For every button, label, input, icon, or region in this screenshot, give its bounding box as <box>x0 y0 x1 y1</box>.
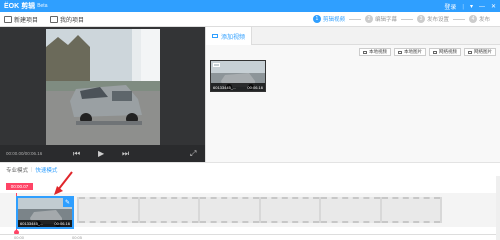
previous-frame-icon[interactable]: ⏮ <box>73 149 80 159</box>
edit-pencil-icon[interactable]: ✎ <box>63 198 72 207</box>
play-icon[interactable]: ▶ <box>98 149 104 158</box>
title-bar: ЁOK 剪辑 Beta 登录 | ▾ — ✕ <box>0 0 500 12</box>
step-label: 发布设置 <box>426 17 449 23</box>
step-connector <box>348 18 361 20</box>
local-image-label: 本地图片 <box>404 49 422 54</box>
app-title: 剪辑 <box>21 3 36 10</box>
step-publish[interactable]: 4 发布 <box>468 15 490 23</box>
online-video-label: 网络视频 <box>439 49 457 54</box>
main-toolbar: 新建项目 我的项目 1 剪辑视频 2 编辑字幕 3 发布设置 4 发布 <box>0 12 500 27</box>
step-edit-video[interactable]: 1 剪辑视频 <box>312 15 345 23</box>
online-image-label: 网络图片 <box>474 49 492 54</box>
video-icon <box>433 50 437 54</box>
divider: | <box>462 3 464 10</box>
ruler-tick-label: 00:05 <box>72 235 83 240</box>
online-video-button[interactable]: 网络视频 <box>429 48 461 56</box>
login-link[interactable]: 登录 <box>444 2 456 11</box>
close-icon[interactable]: ✕ <box>491 3 496 10</box>
mode-separator: | <box>31 166 33 173</box>
clip-name: 60133445_... <box>20 221 44 226</box>
timeline-scrollbar[interactable] <box>496 176 500 240</box>
workflow-steps: 1 剪辑视频 2 编辑字幕 3 发布设置 4 发布 <box>312 15 490 23</box>
video-camera-icon <box>211 34 218 38</box>
tab-add-video-label: 添加视频 <box>220 34 245 41</box>
clip-caption: 60133445_... 00:06.16 <box>18 220 72 227</box>
step-label: 编辑字幕 <box>374 17 397 23</box>
app-logo: ЁOK <box>4 2 20 10</box>
empty-track-slots <box>77 197 442 223</box>
pro-mode-tab[interactable]: 专业模式 <box>6 166 28 174</box>
step-number: 3 <box>416 15 425 23</box>
video-preview-panel: 00:00.00/00:06.16 ⏮ ▶ ⏭ ⤢ <box>0 27 205 162</box>
empty-slot <box>139 197 198 223</box>
new-project-button[interactable]: 新建项目 <box>4 15 38 24</box>
step-edit-subtitles[interactable]: 2 编辑字幕 <box>364 15 397 23</box>
image-icon <box>468 50 472 54</box>
annotation-arrow-icon <box>54 171 73 195</box>
step-number: 1 <box>312 15 321 23</box>
step-label: 发布 <box>478 17 490 23</box>
timecode: 00:00.00/00:06.16 <box>6 151 43 156</box>
timeline-clip[interactable]: ✎ 60133445_... 00:06.16 <box>16 196 74 229</box>
minimize-icon[interactable]: — <box>479 4 485 10</box>
step-label: 剪辑视频 <box>322 17 345 23</box>
new-project-icon <box>4 15 12 23</box>
playhead-time-badge[interactable]: 00:00.07 <box>6 183 33 190</box>
step-number: 4 <box>468 15 477 23</box>
app-window: ЁOK 剪辑 Beta 登录 | ▾ — ✕ 新建项目 我的项目 1 剪辑视频 … <box>0 0 500 240</box>
local-video-button[interactable]: 本地视频 <box>359 48 391 56</box>
next-frame-icon[interactable]: ⏭ <box>122 149 129 159</box>
empty-slot <box>321 197 380 223</box>
media-item[interactable]: 60133445_... 00:06.16 <box>210 60 266 92</box>
online-image-button[interactable]: 网络图片 <box>464 48 496 56</box>
empty-slot <box>260 197 319 223</box>
media-tab-bar: 添加视频 <box>206 27 500 45</box>
step-connector <box>452 18 465 20</box>
window-controls: 登录 | ▾ — ✕ <box>444 2 496 12</box>
empty-slot <box>381 197 440 223</box>
media-item-name: 60133445_... <box>213 84 237 90</box>
folder-icon <box>50 15 59 23</box>
video-camera-icon <box>213 63 220 67</box>
local-image-button[interactable]: 本地图片 <box>394 48 426 56</box>
my-projects-button[interactable]: 我的项目 <box>50 15 84 24</box>
tab-add-video[interactable]: 添加视频 <box>206 27 252 45</box>
my-projects-label: 我的项目 <box>60 17 85 24</box>
step-publish-settings[interactable]: 3 发布设置 <box>416 15 449 23</box>
media-library-panel: 添加视频 本地视频 本地图片 网络视频 网络图片 60133445_... 00… <box>205 27 500 162</box>
empty-slot <box>79 197 138 223</box>
empty-slot <box>200 197 259 223</box>
fullscreen-icon[interactable]: ⤢ <box>190 149 196 159</box>
video-icon <box>363 50 367 54</box>
step-connector <box>400 18 413 20</box>
new-project-label: 新建项目 <box>14 17 39 24</box>
media-import-actions: 本地视频 本地图片 网络视频 网络图片 <box>359 48 496 56</box>
ruler-tick-label: 00:00 <box>14 235 25 240</box>
dropdown-icon[interactable]: ▾ <box>470 3 473 10</box>
local-video-label: 本地视频 <box>369 49 387 54</box>
media-item-duration: 00:06.16 <box>247 84 263 90</box>
media-item-caption: 60133445_... 00:06.16 <box>211 83 265 91</box>
image-icon <box>398 50 402 54</box>
beta-badge: Beta <box>37 3 48 9</box>
step-number: 2 <box>364 15 373 23</box>
player-controls: 00:00.00/00:06.16 ⏮ ▶ ⏭ ⤢ <box>0 145 205 162</box>
time-ruler: 00:00 00:05 <box>0 234 500 240</box>
video-frame-image <box>46 29 160 147</box>
clip-duration: 00:06.16 <box>54 221 70 226</box>
